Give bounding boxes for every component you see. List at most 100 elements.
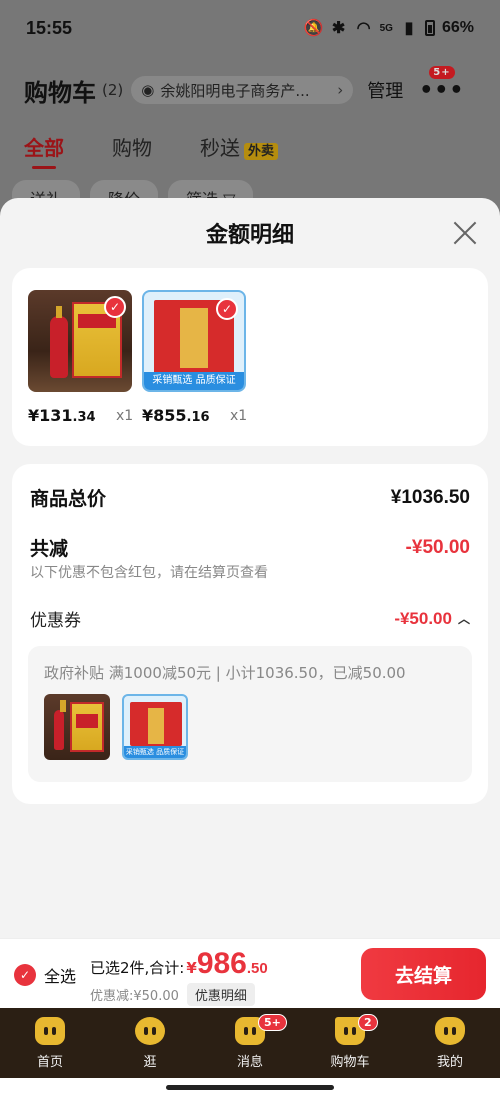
status-bar: 15:55 🔕 ✱ ◠ 5G ▮ 66% bbox=[0, 0, 500, 56]
total-value: ¥1036.50 bbox=[390, 486, 470, 508]
manage-button[interactable]: 管理 bbox=[367, 77, 403, 103]
checkout-bar: ✓ 全选 已选2件,合计: ¥ 986 .50 优惠减:¥50.00 优惠明细 … bbox=[0, 938, 500, 1008]
total-integer: 986 bbox=[196, 947, 247, 980]
sheet-title: 金额明细 bbox=[205, 223, 294, 248]
network-type: 5G bbox=[379, 22, 393, 34]
bottle-graphic bbox=[50, 306, 68, 378]
tab-express-label: 秒送 bbox=[200, 136, 240, 160]
signal-icon: ▮ bbox=[404, 20, 414, 37]
status-time: 15:55 bbox=[26, 17, 73, 38]
tab-shopping[interactable]: 购物 bbox=[112, 132, 152, 161]
product-image: ✓ bbox=[28, 290, 132, 392]
product-item[interactable]: 采销甄选 品质保证 ✓ ¥855.16 x1 bbox=[142, 290, 247, 425]
cart-header: 购物车 (2) ◉ 余姚阳明电子商务产... › 管理 ••• 5+ bbox=[24, 65, 480, 110]
total-price-row: 商品总价 ¥1036.50 bbox=[30, 484, 470, 511]
check-icon: ✓ bbox=[216, 298, 238, 320]
reduction-row: 共减 -¥50.00 bbox=[30, 534, 470, 561]
mute-icon: 🔕 bbox=[303, 20, 324, 37]
product-thumbnail bbox=[44, 694, 110, 760]
tab-all[interactable]: 全部 bbox=[24, 132, 64, 169]
more-badge: 5+ bbox=[429, 65, 455, 79]
total-decimal: .50 bbox=[246, 960, 268, 977]
tab-messages[interactable]: 5+ 消息 bbox=[200, 1008, 300, 1078]
coupon-value: -¥50.00 bbox=[394, 608, 452, 628]
close-icon[interactable] bbox=[452, 220, 478, 246]
bottom-tab-bar: 首页 逛 5+ 消息 2 购物车 我的 bbox=[0, 1008, 500, 1078]
cart-tabs: 全部 购物 秒送 外卖 bbox=[24, 132, 326, 169]
price-summary-card: 商品总价 ¥1036.50 共减 -¥50.00 以下优惠不包含红包，请在结算页… bbox=[12, 464, 488, 804]
store-name: 余姚阳明电子商务产... bbox=[160, 81, 310, 100]
product-price: ¥855.16 bbox=[142, 406, 210, 425]
checkout-button[interactable]: 去结算 bbox=[361, 948, 486, 1000]
profile-icon bbox=[435, 1016, 465, 1045]
discount-detail-button[interactable]: 优惠明细 bbox=[186, 983, 255, 1006]
product-image: 采销甄选 品质保证 ✓ bbox=[142, 290, 246, 392]
coupon-detail-text: 政府补贴 满1000减50元 | 小计1036.50，已减50.00 bbox=[44, 664, 406, 682]
total-currency: ¥ bbox=[186, 959, 197, 977]
chevron-right-icon: › bbox=[337, 81, 344, 99]
quality-band: 采销甄选 品质保证 bbox=[144, 372, 244, 390]
product-qty: x1 bbox=[116, 408, 134, 424]
more-button[interactable]: ••• 5+ bbox=[419, 65, 465, 103]
bluetooth-icon: ✱ bbox=[331, 20, 346, 37]
sheet-header: 金额明细 bbox=[0, 198, 500, 268]
total-label: 商品总价 bbox=[30, 488, 107, 510]
home-indicator-area bbox=[0, 1078, 500, 1100]
checkout-total: 已选2件,合计: ¥ 986 .50 bbox=[90, 947, 268, 981]
tab-home[interactable]: 首页 bbox=[0, 1008, 100, 1078]
tab-label: 首页 bbox=[36, 1054, 63, 1070]
coupon-row[interactable]: 优惠券 -¥50.00 ︿ bbox=[30, 606, 470, 632]
tab-label: 逛 bbox=[143, 1054, 157, 1070]
check-icon: ✓ bbox=[14, 964, 36, 986]
tab-profile[interactable]: 我的 bbox=[400, 1008, 500, 1078]
tab-cart[interactable]: 2 购物车 bbox=[300, 1008, 400, 1078]
product-qty: x1 bbox=[230, 408, 248, 424]
product-thumbnail: 采销甄选 品质保证 bbox=[122, 694, 188, 760]
selected-count-text: 已选2件,合计: bbox=[90, 959, 185, 977]
product-price: ¥131.34 bbox=[28, 406, 96, 425]
cart-badge: 2 bbox=[358, 1014, 378, 1031]
message-badge: 5+ bbox=[258, 1014, 287, 1031]
check-icon: ✓ bbox=[104, 296, 126, 318]
coupon-detail-box: 政府补贴 满1000减50元 | 小计1036.50，已减50.00 采销甄选 … bbox=[28, 646, 472, 782]
more-dots-icon: ••• bbox=[419, 77, 465, 103]
takeout-tag: 外卖 bbox=[244, 143, 279, 160]
price-dec: .16 bbox=[186, 410, 210, 425]
bottle-graphic bbox=[54, 700, 66, 750]
gift-box-graphic bbox=[130, 702, 182, 746]
store-selector[interactable]: ◉ 余姚阳明电子商务产... › bbox=[131, 76, 354, 104]
selected-products-card: ✓ ¥131.34 x1 采销甄选 品质保证 ✓ ¥855.16 x1 bbox=[12, 268, 488, 446]
reduction-value: -¥50.00 bbox=[405, 536, 470, 558]
tab-label: 购物车 bbox=[330, 1054, 370, 1070]
tab-label: 我的 bbox=[436, 1054, 463, 1070]
coupon-thumbnails: 采销甄选 品质保证 bbox=[44, 694, 188, 760]
home-indicator[interactable] bbox=[166, 1085, 334, 1090]
select-all-toggle[interactable]: ✓ 全选 bbox=[14, 963, 76, 987]
reduction-note: 以下优惠不包含红包，请在结算页查看 bbox=[30, 565, 268, 581]
cart-count: (2) bbox=[102, 81, 124, 99]
amount-detail-sheet: 金额明细 ✓ ¥131.34 x1 采销甄选 品质保证 ✓ ¥855.16 x1… bbox=[0, 198, 500, 938]
coupon-value-wrap: -¥50.00 ︿ bbox=[394, 609, 470, 629]
browse-icon bbox=[135, 1016, 165, 1045]
chevron-up-icon: ︿ bbox=[457, 612, 470, 626]
home-icon bbox=[35, 1016, 65, 1045]
tab-browse[interactable]: 逛 bbox=[100, 1008, 200, 1078]
price-int: ¥855 bbox=[142, 406, 187, 425]
product-item[interactable]: ✓ ¥131.34 x1 bbox=[28, 290, 133, 425]
quality-band: 采销甄选 品质保证 bbox=[124, 746, 186, 758]
select-all-label: 全选 bbox=[44, 967, 77, 986]
battery-level: 66% bbox=[441, 19, 474, 36]
eye-icon: ◉ bbox=[141, 81, 155, 99]
gift-box-graphic bbox=[70, 702, 104, 752]
price-dec: .34 bbox=[72, 410, 96, 425]
discount-line: 优惠减:¥50.00 优惠明细 bbox=[90, 983, 255, 1006]
coupon-label: 优惠券 bbox=[30, 611, 81, 631]
reduction-label: 共减 bbox=[30, 538, 69, 560]
tab-label: 消息 bbox=[236, 1054, 263, 1070]
status-icons: 🔕 ✱ ◠ 5G ▮ 66% bbox=[303, 19, 474, 37]
discount-text: 优惠减:¥50.00 bbox=[90, 989, 179, 1004]
battery-icon bbox=[424, 20, 435, 36]
tab-express[interactable]: 秒送 外卖 bbox=[200, 132, 279, 161]
wifi-icon: ◠ bbox=[356, 20, 371, 37]
price-int: ¥131 bbox=[28, 406, 73, 425]
